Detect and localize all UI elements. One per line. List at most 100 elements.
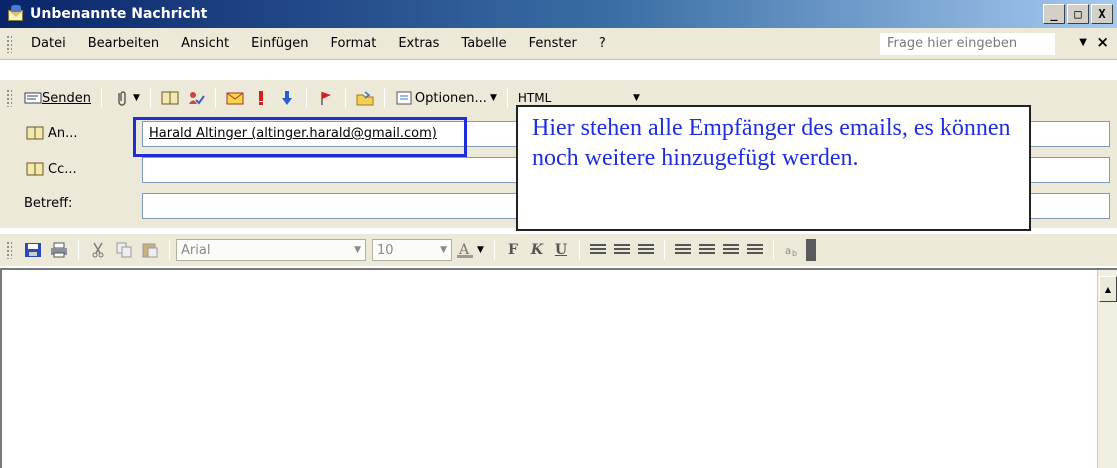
importance-high-button[interactable] <box>248 86 274 110</box>
toolbar-grip[interactable] <box>6 34 12 53</box>
message-body[interactable]: ▲ <box>0 268 1117 468</box>
options-label: Optionen... <box>414 90 487 106</box>
minimize-button[interactable]: _ <box>1043 4 1065 24</box>
address-book-icon <box>26 125 44 141</box>
menu-datei[interactable]: Datei <box>20 36 77 51</box>
separator <box>772 240 774 260</box>
exclamation-icon <box>252 90 270 106</box>
vertical-scrollbar[interactable]: ▲ <box>1097 270 1117 468</box>
save-icon <box>24 242 42 258</box>
scroll-up-button[interactable]: ▲ <box>1099 276 1117 302</box>
close-button[interactable]: X <box>1091 4 1113 24</box>
decrease-indent-button[interactable] <box>719 238 743 262</box>
chevron-down-icon[interactable]: ▼ <box>490 93 497 103</box>
menu-bearbeiten[interactable]: Bearbeiten <box>77 36 170 51</box>
clipboard-icon <box>141 242 159 258</box>
cc-button[interactable]: Cc... <box>26 157 132 181</box>
maximize-button[interactable]: □ <box>1067 4 1089 24</box>
align-right-button[interactable] <box>634 238 658 262</box>
menu-help[interactable]: ? <box>588 36 617 51</box>
copy-icon <box>115 242 133 258</box>
signature-button[interactable] <box>222 86 248 110</box>
document-close-button[interactable]: × <box>1096 33 1109 51</box>
separator <box>169 240 170 260</box>
title-bar: Unbenannte Nachricht _ □ X <box>0 0 1117 28</box>
chevron-down-icon[interactable]: ▼ <box>133 93 140 103</box>
window-controls: _ □ X <box>1043 4 1113 24</box>
paperclip-icon <box>112 90 130 106</box>
font-color-icon: A <box>456 242 474 258</box>
chevron-down-icon: ▼ <box>440 245 447 255</box>
chevron-down-icon: ▼ <box>354 245 361 255</box>
scissors-icon <box>89 242 107 258</box>
arrow-down-icon <box>278 90 296 106</box>
menu-tabelle[interactable]: Tabelle <box>450 36 517 51</box>
style-button[interactable]: ab <box>780 238 806 262</box>
menu-bar: Datei Bearbeiten Ansicht Einfügen Format… <box>0 28 1117 60</box>
menu-fenster[interactable]: Fenster <box>518 36 588 51</box>
message-icon <box>6 4 26 24</box>
svg-text:a: a <box>785 246 791 257</box>
separator <box>578 240 580 260</box>
underline-button[interactable]: U <box>549 242 573 258</box>
subject-label: Betreff: <box>24 196 73 211</box>
folder-icon <box>356 90 374 106</box>
chevron-down-icon: ▼ <box>632 93 640 103</box>
numbered-list-button[interactable] <box>671 238 695 262</box>
options-button[interactable]: Optionen... ▼ <box>391 86 501 110</box>
copy-button[interactable] <box>111 238 137 262</box>
font-color-button[interactable]: A ▼ <box>452 238 488 262</box>
send-label: Senden <box>42 90 91 106</box>
align-left-icon <box>589 244 606 256</box>
to-button[interactable]: An... <box>26 121 132 145</box>
style-icon: ab <box>784 242 802 258</box>
align-right-icon <box>637 244 654 256</box>
bullet-list-icon <box>698 244 715 256</box>
cut-button[interactable] <box>85 238 111 262</box>
menu-format[interactable]: Format <box>320 36 388 51</box>
separator <box>383 88 385 108</box>
toolbar-grip[interactable] <box>6 241 12 259</box>
separator <box>663 240 665 260</box>
save-button[interactable] <box>20 238 46 262</box>
recipient-highlight <box>133 117 467 157</box>
attach-button[interactable]: ▼ <box>108 86 144 110</box>
menu-ansicht[interactable]: Ansicht <box>170 36 240 51</box>
to-label: An... <box>48 125 78 141</box>
cc-label: Cc... <box>48 161 77 177</box>
italic-button[interactable]: K <box>525 242 549 258</box>
send-button[interactable]: Senden <box>20 86 95 110</box>
toolbar-options-button[interactable] <box>805 239 816 261</box>
separator <box>100 88 102 108</box>
bold-button[interactable]: F <box>501 242 525 258</box>
format-select-value: HTML <box>517 91 552 105</box>
address-book-button[interactable] <box>157 86 183 110</box>
follow-up-button[interactable] <box>313 86 339 110</box>
separator <box>214 88 216 108</box>
printer-icon <box>50 242 68 258</box>
font-name-select[interactable]: Arial ▼ <box>176 239 366 261</box>
chevron-down-icon[interactable]: ▼ <box>477 245 484 255</box>
toolbar-grip[interactable] <box>6 89 12 107</box>
importance-low-button[interactable] <box>274 86 300 110</box>
align-center-icon <box>613 244 630 256</box>
check-names-button[interactable] <box>183 86 209 110</box>
menu-einfuegen[interactable]: Einfügen <box>240 36 319 51</box>
window-title: Unbenannte Nachricht <box>30 6 208 22</box>
align-left-button[interactable] <box>586 238 610 262</box>
separator <box>344 88 346 108</box>
separator <box>305 88 307 108</box>
menu-extras[interactable]: Extras <box>387 36 450 51</box>
paste-button[interactable] <box>137 238 163 262</box>
decrease-indent-icon <box>722 244 739 256</box>
open-folder-button[interactable] <box>352 86 378 110</box>
align-center-button[interactable] <box>610 238 634 262</box>
font-size-select[interactable]: 10 ▼ <box>372 239 452 261</box>
help-dropdown-icon[interactable]: ▼ <box>1079 37 1087 48</box>
separator <box>506 88 508 108</box>
help-search-input[interactable]: Frage hier eingeben <box>880 33 1055 55</box>
increase-indent-button[interactable] <box>743 238 767 262</box>
increase-indent-icon <box>746 244 763 256</box>
print-button[interactable] <box>46 238 72 262</box>
bullet-list-button[interactable] <box>695 238 719 262</box>
